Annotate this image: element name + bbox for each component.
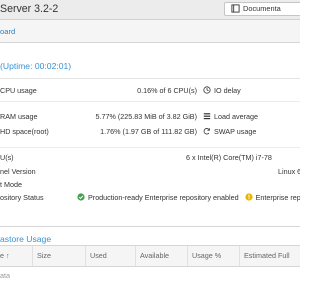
dashboard-page: Server 3.2-2 Documenta oard (Uptime: 00:…	[0, 0, 300, 300]
book-icon	[231, 4, 240, 13]
cpu-usage-label: CPU usage	[0, 86, 37, 95]
ram-usage-row: RAM usage 5.77% (225.83 MiB of 3.82 GiB)…	[0, 112, 300, 126]
status-panel-header: (Uptime: 00:02:01)	[0, 55, 300, 77]
tasks-icon	[203, 113, 211, 120]
cpu-usage-value: 0.16% of 6 CPU(s)	[137, 86, 197, 95]
ram-usage-value: 5.77% (225.83 MiB of 3.82 GiB)	[95, 112, 197, 121]
datastore-usage-header: astore Usage	[0, 226, 300, 247]
refresh-icon	[203, 128, 210, 135]
section-divider	[0, 147, 300, 148]
status-panel-title: (Uptime: 00:02:01)	[0, 61, 72, 71]
product-title: Server 3.2-2	[0, 3, 59, 15]
documentation-button-label: Documenta	[243, 4, 281, 13]
repository-status-row: ository Status Production-ready Enterpri…	[0, 193, 300, 207]
load-average-label: Load average	[214, 112, 258, 121]
column-header-used[interactable]: Used	[86, 246, 136, 266]
boot-mode-label: t Mode	[0, 180, 22, 189]
datastore-empty-text: ata	[0, 271, 10, 280]
kernel-version-label: nel Version	[0, 167, 36, 176]
hd-space-label: HD space(root)	[0, 127, 49, 136]
column-header-available[interactable]: Available	[136, 246, 188, 266]
cpu-info-row: U(s) 6 x Intel(R) Core(TM) i7-78	[0, 153, 300, 167]
kernel-version-value: Linux 6	[278, 167, 300, 176]
io-delay-label: IO delay	[214, 86, 241, 95]
ram-usage-label: RAM usage	[0, 112, 38, 121]
boot-mode-row: t Mode	[0, 180, 300, 194]
repository-status-value: Production-ready Enterprise repository e…	[77, 193, 300, 202]
top-bar: Server 3.2-2 Documenta	[0, 0, 300, 20]
repository-ok-text: Production-ready Enterprise repository e…	[88, 193, 239, 202]
cpu-info-label: U(s)	[0, 153, 14, 162]
datastore-usage-title: astore Usage	[0, 234, 52, 244]
column-header-size[interactable]: Size	[33, 246, 86, 266]
breadcrumb-dashboard-link[interactable]: oard	[0, 27, 15, 36]
cpu-usage-row: CPU usage 0.16% of 6 CPU(s) IO delay	[0, 86, 300, 100]
breadcrumb: oard	[0, 20, 300, 43]
column-header-usage[interactable]: Usage %	[188, 246, 240, 266]
repository-warning-text: Enterprise repo	[255, 193, 300, 202]
kernel-version-row: nel Version Linux 6	[0, 167, 300, 181]
column-header-name[interactable]: e ↑	[0, 246, 33, 266]
clock-icon	[203, 86, 211, 94]
swap-usage-label: SWAP usage	[214, 127, 257, 136]
check-circle-icon	[77, 193, 85, 201]
hd-space-row: HD space(root) 1.76% (1.97 GB of 111.82 …	[0, 127, 300, 141]
warning-circle-icon	[245, 193, 253, 201]
column-header-estimated-full[interactable]: Estimated Full	[240, 246, 300, 266]
hd-space-value: 1.76% (1.97 GB of 111.82 GB)	[100, 127, 197, 136]
cpu-info-value: 6 x Intel(R) Core(TM) i7-78	[186, 153, 272, 162]
repository-status-label: ository Status	[0, 193, 44, 202]
documentation-button[interactable]: Documenta	[224, 2, 300, 16]
row-divider	[0, 101, 300, 102]
datastore-table-header: e ↑ Size Used Available Usage % Estimate…	[0, 245, 300, 267]
